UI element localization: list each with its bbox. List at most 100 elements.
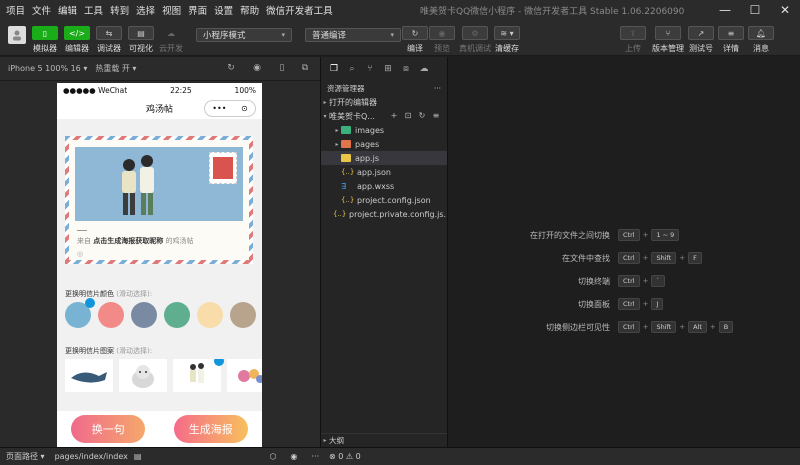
menu-item-2[interactable]: 编辑: [58, 3, 77, 17]
preview-button[interactable]: ◉ 预览: [429, 26, 455, 54]
close-button[interactable]: ✕: [770, 0, 800, 20]
file-tree-item[interactable]: ▸ images: [321, 123, 447, 137]
file-tree-item[interactable]: {..} app.json: [321, 165, 447, 179]
status-bar: 页面路径 ▾ pages/index/index ▤ ⬡ ◉ ··· ⊗ 0 ⚠…: [0, 447, 800, 465]
menu-item-8[interactable]: 设置: [214, 3, 233, 17]
menu-item-6[interactable]: 视图: [162, 3, 181, 17]
more-icon[interactable]: •••: [212, 104, 226, 113]
flower-icon: [238, 368, 262, 383]
more-icon[interactable]: ···: [434, 84, 441, 93]
docker-icon[interactable]: ☁: [415, 64, 433, 74]
new-file-icon[interactable]: +: [387, 111, 401, 120]
from-prefix: 来自: [77, 237, 91, 245]
color-swatch[interactable]: [230, 302, 256, 328]
file-tree-item[interactable]: app.js: [321, 151, 447, 165]
hot-reload-select[interactable]: 热重载 开 ▾: [95, 63, 136, 74]
menu-item-7[interactable]: 界面: [188, 3, 207, 17]
color-swatch[interactable]: [164, 302, 190, 328]
project-section[interactable]: ▾ 唯美贺卡Q... + ⊡ ↻ ≡: [321, 109, 447, 123]
extensions-icon[interactable]: ⊞: [379, 64, 397, 74]
real-debug-button[interactable]: ⚙ 真机调试: [459, 26, 491, 54]
file-tree-item[interactable]: {..} project.private.config.js...: [321, 207, 451, 221]
version-mgmt-button[interactable]: ⑂ 版本管理: [652, 26, 684, 54]
menu-item-0[interactable]: 项目: [6, 3, 25, 17]
generate-poster-button[interactable]: 生成海报: [173, 415, 248, 443]
page-path-select[interactable]: 页面路径 ▾: [6, 451, 45, 462]
more-icon[interactable]: ···: [311, 452, 319, 461]
popout-icon[interactable]: ⧉: [300, 63, 310, 73]
source-control-icon[interactable]: ⑂: [361, 64, 379, 74]
upload-button[interactable]: ⇪ 上传: [620, 26, 646, 54]
menu-item-1[interactable]: 文件: [32, 3, 51, 17]
version-mgmt-label: 版本管理: [652, 44, 684, 53]
open-editors-label: 打开的编辑器: [329, 97, 377, 107]
search-icon[interactable]: ⌕: [343, 64, 361, 74]
avatar[interactable]: [8, 26, 26, 44]
menu-item-10[interactable]: 微信开发者工具: [266, 3, 333, 17]
panels-icon[interactable]: ⧈: [397, 64, 415, 74]
stamp-image: [209, 152, 237, 184]
details-button[interactable]: ≡ 详情: [718, 26, 744, 54]
clear-cache-button[interactable]: ≋ ▾ 清缓存: [494, 26, 520, 54]
capsule-menu: ••• ⊙: [204, 100, 256, 117]
phone-screen: ●●●●● WeChat 22:25 100% 鸡汤帖 ••• ⊙ 来自 点击生…: [57, 83, 262, 447]
postcard-inner: 来自 点击生成海报获取昵称 的鸡汤帖 ◎: [69, 140, 249, 260]
debugger-toggle[interactable]: ⇆ 调试器: [96, 26, 122, 54]
eye-icon[interactable]: ◉: [290, 452, 297, 461]
compile-select[interactable]: 普通编译 ▾: [305, 28, 401, 42]
editor-toggle[interactable]: </> 编辑器: [64, 26, 90, 54]
test-account-button[interactable]: ↗ 测试号: [688, 26, 714, 54]
menu-item-9[interactable]: 帮助: [240, 3, 259, 17]
problems-indicator[interactable]: ⊗ 0 ⚠ 0: [329, 452, 361, 461]
mode-select[interactable]: 小程序模式 ▾: [196, 28, 292, 42]
battery-label: 100%: [234, 85, 256, 95]
menu-item-3[interactable]: 工具: [84, 3, 103, 17]
menu-item-4[interactable]: 转到: [110, 3, 129, 17]
file-icon[interactable]: ▤: [134, 452, 142, 461]
close-circle-icon[interactable]: ⊙: [241, 104, 248, 113]
file-name: pages: [355, 139, 380, 149]
device-select[interactable]: iPhone 5 100% 16 ▾: [8, 64, 87, 73]
explorer-header: 资源管理器 ···: [321, 81, 447, 95]
file-name: project.config.json: [357, 195, 431, 205]
minimize-button[interactable]: —: [710, 0, 740, 20]
shortcut-hint: 切换面板 Ctrl + J: [448, 298, 800, 310]
page-path[interactable]: pages/index/index: [55, 452, 128, 461]
maximize-button[interactable]: ☐: [740, 0, 770, 20]
key-separator: +: [679, 254, 686, 262]
chevron-right-icon: ▸: [335, 126, 339, 134]
files-icon[interactable]: ❐: [325, 64, 343, 74]
color-swatch[interactable]: [197, 302, 223, 328]
compile-button[interactable]: ↻ 编译: [402, 26, 428, 54]
cube-icon[interactable]: ⬡: [269, 452, 276, 461]
collapse-icon[interactable]: ≡: [429, 111, 443, 120]
key-separator: +: [642, 231, 649, 239]
record-icon[interactable]: ◉: [252, 63, 262, 73]
color-swatch[interactable]: [65, 298, 95, 328]
change-quote-button[interactable]: 换一句: [71, 415, 146, 443]
key-cap: F: [688, 252, 702, 264]
color-swatch[interactable]: [98, 302, 124, 328]
refresh-icon[interactable]: ↻: [415, 111, 429, 120]
shortcut-name: 在文件中查找: [562, 253, 610, 263]
color-swatch[interactable]: [131, 302, 157, 328]
open-editors-section[interactable]: ▸ 打开的编辑器: [321, 95, 447, 109]
messages-button[interactable]: 🔔︎ 消息: [748, 26, 774, 54]
file-tree-item[interactable]: ▸ pages: [321, 137, 447, 151]
menu-item-5[interactable]: 选择: [136, 3, 155, 17]
file-tree-item[interactable]: {..} project.config.json: [321, 193, 447, 207]
refresh-icon[interactable]: ↻: [226, 63, 236, 73]
from-nickname-hint[interactable]: 点击生成海报获取昵称: [93, 237, 163, 245]
pattern-flowers[interactable]: [227, 359, 262, 392]
visual-toggle[interactable]: ▤ 可视化: [128, 26, 154, 54]
new-folder-icon[interactable]: ⊡: [401, 111, 415, 120]
simulator-toggle[interactable]: ▯ 模拟器: [32, 26, 58, 54]
cloud-button[interactable]: ☁ 云开发: [158, 26, 184, 54]
outline-section[interactable]: ▸ 大纲: [321, 433, 447, 447]
menu-bar: 项目 文件 编辑 工具 转到 选择 视图 界面 设置 帮助 微信开发者工具 唯美贺卡QQ微信小程序 …: [0, 0, 800, 20]
pattern-couple[interactable]: [173, 359, 224, 392]
phone-icon[interactable]: ▯: [277, 63, 287, 73]
pattern-cat[interactable]: [119, 359, 167, 392]
pattern-whale[interactable]: [65, 359, 113, 392]
file-tree-item[interactable]: ∃ app.wxss: [321, 179, 447, 193]
